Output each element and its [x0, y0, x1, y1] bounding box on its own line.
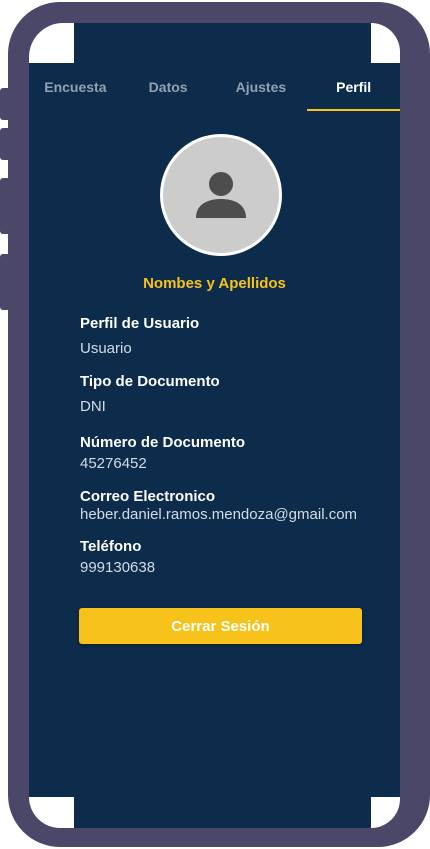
field-numero-documento: Número de Documento 45276452 [80, 434, 390, 473]
tab-datos[interactable]: Datos [122, 63, 215, 111]
tab-encuesta[interactable]: Encuesta [29, 63, 122, 111]
field-correo: Correo Electronico heber.daniel.ramos.me… [80, 488, 390, 524]
app-screen: Encuesta Datos Ajustes Perfil Nombes y A… [29, 23, 400, 828]
field-value: 45276452 [80, 455, 147, 472]
field-value: DNI [80, 398, 106, 415]
phone-mockup: Encuesta Datos Ajustes Perfil Nombes y A… [0, 0, 430, 849]
tab-ajustes[interactable]: Ajustes [215, 63, 308, 111]
field-label: Número de Documento [80, 434, 246, 451]
profile-name: Nombes y Apellidos [143, 275, 286, 292]
field-label: Teléfono [80, 538, 142, 555]
field-label: Tipo de Documento [80, 373, 220, 390]
logout-button[interactable]: Cerrar Sesión [79, 608, 362, 644]
tab-perfil[interactable]: Perfil [307, 63, 400, 111]
avatar [160, 134, 282, 256]
field-tipo-documento: Tipo de Documento DNI [80, 373, 390, 416]
field-label: Correo Electronico [80, 488, 216, 505]
field-value: Usuario [80, 340, 132, 357]
tab-bar: Encuesta Datos Ajustes Perfil [29, 63, 400, 111]
field-telefono: Teléfono 999130638 [80, 538, 390, 577]
field-value: 999130638 [80, 559, 156, 576]
field-perfil-usuario: Perfil de Usuario Usuario [80, 315, 390, 358]
person-icon [196, 172, 246, 218]
field-value: heber.daniel.ramos.mendoza@gmail.com [80, 506, 358, 523]
field-label: Perfil de Usuario [80, 315, 200, 332]
